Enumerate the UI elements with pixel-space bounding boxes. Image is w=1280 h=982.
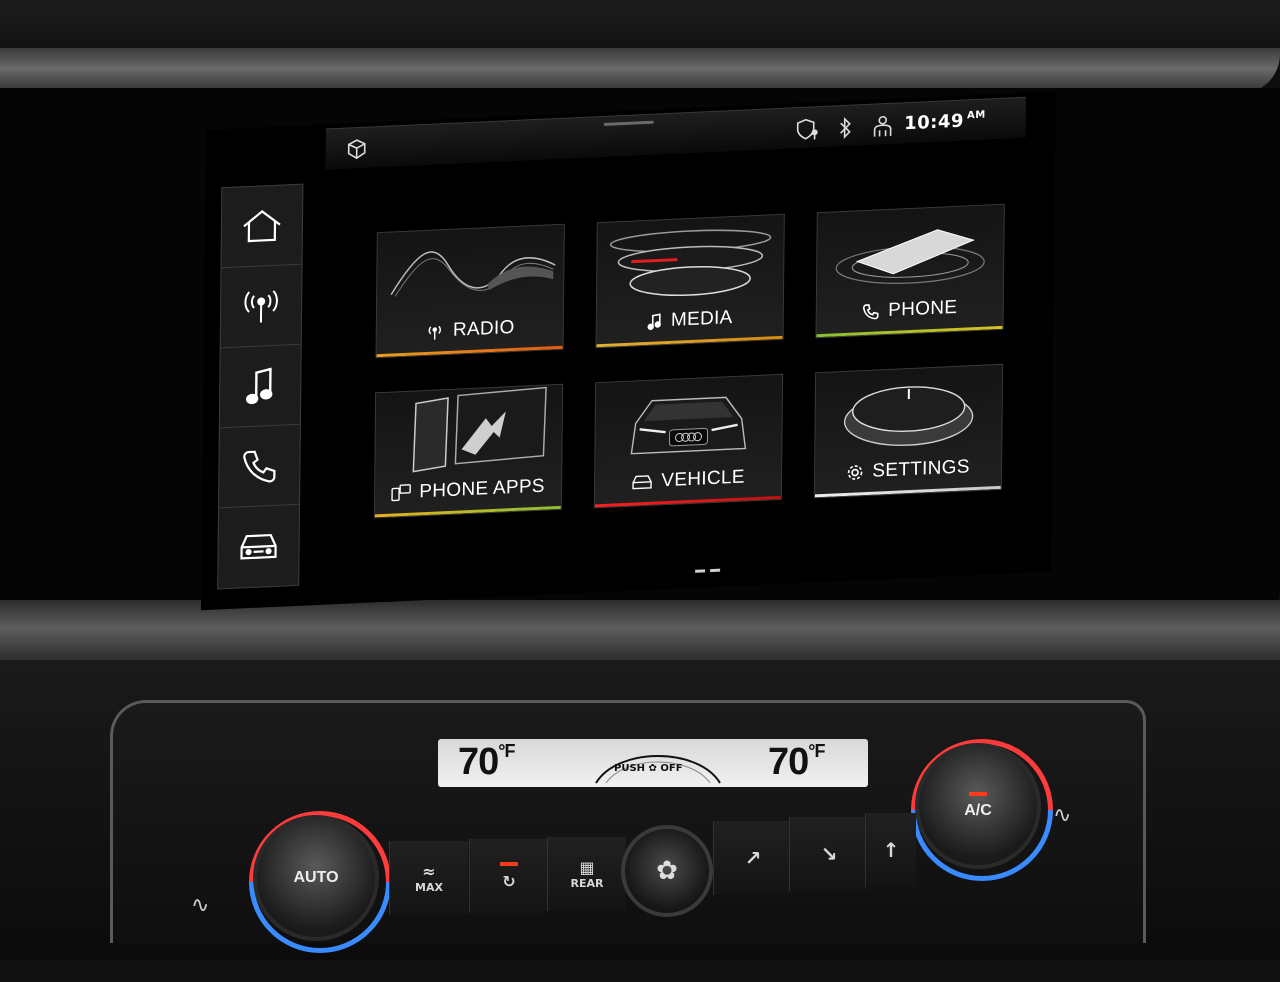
tile-phone[interactable]: PHONE <box>815 203 1005 339</box>
rear-defrost-button[interactable]: ▦ REAR <box>547 837 626 911</box>
antenna-icon <box>428 325 442 340</box>
side-nav-vehicle[interactable] <box>218 505 299 588</box>
tile-media-accent <box>596 335 783 348</box>
media-disc-art <box>609 229 772 297</box>
page-indicator[interactable] <box>695 556 725 576</box>
phone-apps-art <box>412 386 547 473</box>
right-temp-unit: °F <box>808 741 825 761</box>
tile-media[interactable]: MEDIA <box>595 213 785 349</box>
defrost-icon: ≈ <box>422 862 436 881</box>
recirculation-led <box>500 861 518 866</box>
tile-phone-label: PHONE <box>888 296 958 322</box>
infotainment-screen: 10:49 AM RADIO MEDIA PHONE PHONE APPS VE… <box>200 91 1056 611</box>
left-temp-unit: °F <box>498 741 515 761</box>
air-windshield-button[interactable]: ↑ <box>865 813 916 887</box>
fan-push-text: PUSH <box>614 763 646 774</box>
tile-settings-accent <box>814 485 1001 498</box>
tile-radio-accent <box>376 345 563 358</box>
recirculation-button[interactable]: ↻ <box>469 839 548 913</box>
tile-radio-label: RADIO <box>452 316 515 341</box>
clock-ampm: AM <box>966 109 986 122</box>
auto-label: AUTO <box>293 869 339 886</box>
phone-apps-icon <box>391 484 412 502</box>
ac-led <box>969 792 987 796</box>
phone-icon <box>243 450 276 482</box>
right-temp: 70°F <box>768 741 825 784</box>
side-nav-phone[interactable] <box>219 424 300 509</box>
side-nav-music[interactable] <box>219 344 301 429</box>
left-temp-value: 70 <box>458 741 499 783</box>
side-nav-home[interactable] <box>221 184 303 269</box>
tile-phone-apps[interactable]: PHONE APPS <box>373 383 564 519</box>
air-face-icon: ↗ <box>744 846 762 870</box>
rear-label: REAR <box>570 877 604 890</box>
recirculation-icon: ↻ <box>502 871 516 891</box>
privacy-shield-icon[interactable] <box>796 117 822 146</box>
antenna-icon <box>244 289 278 323</box>
user-profile-icon[interactable] <box>871 114 895 143</box>
home-icon <box>243 209 281 242</box>
phone-device-art <box>835 229 985 284</box>
tile-phone-accent <box>816 325 1003 338</box>
right-temp-knob[interactable]: A/C <box>915 743 1041 869</box>
side-nav-radio[interactable] <box>220 264 302 349</box>
side-nav <box>217 183 304 590</box>
settings-dial-art <box>843 386 974 446</box>
gear-icon <box>848 465 863 480</box>
tile-phone-apps-label: PHONE APPS <box>419 475 545 503</box>
air-feet-button[interactable]: ↘ <box>789 817 868 891</box>
radio-wave-art <box>390 251 556 297</box>
tile-settings-label: SETTINGS <box>872 456 970 482</box>
bluetooth-icon[interactable] <box>838 116 854 145</box>
fan-off-text: OFF <box>660 763 683 774</box>
max-defrost-button[interactable]: ≈ MAX <box>389 841 468 915</box>
clock-time: 10:49 <box>904 110 965 135</box>
clock: 10:49 AM <box>904 110 986 135</box>
car-icon <box>240 533 277 560</box>
right-temp-value: 70 <box>768 741 809 783</box>
music-note-icon <box>647 313 662 331</box>
fan-speed-knob[interactable]: ✿ <box>621 825 713 917</box>
vehicle-front-art <box>630 396 747 455</box>
air-face-button[interactable]: ↗ <box>713 821 792 895</box>
tile-settings[interactable]: SETTINGS <box>813 363 1004 499</box>
tile-vehicle-accent <box>594 495 781 508</box>
left-temp: 70°F <box>458 741 515 784</box>
tile-vehicle-label: VEHICLE <box>661 466 745 492</box>
left-seat-heat-icon[interactable]: ∿ <box>191 893 209 918</box>
tile-media-label: MEDIA <box>670 307 733 331</box>
ac-label: A/C <box>964 802 992 819</box>
air-feet-icon: ↘ <box>820 842 838 866</box>
air-windshield-icon: ↑ <box>882 838 900 862</box>
tile-radio[interactable]: RADIO <box>375 223 565 359</box>
cube-icon[interactable] <box>346 138 368 165</box>
drag-handle[interactable] <box>603 120 654 126</box>
fan-icon: ✿ <box>656 856 678 886</box>
car-icon <box>632 475 653 490</box>
fan-push-off-text: PUSH ✿ OFF <box>614 763 683 774</box>
tile-phone-apps-accent <box>374 505 561 518</box>
music-note-icon <box>245 367 273 404</box>
phone-icon <box>863 304 879 320</box>
temperature-display: 70°F PUSH ✿ OFF 70°F <box>438 739 868 787</box>
right-seat-heat-icon[interactable]: ∿ <box>1053 803 1071 828</box>
climate-panel: 70°F PUSH ✿ OFF 70°F AUTO A/C ≈ MAX ↻ ▦ … <box>110 700 1146 982</box>
tile-vehicle[interactable]: VEHICLE <box>593 373 784 509</box>
rear-defrost-icon: ▦ <box>579 858 595 877</box>
max-label: MAX <box>415 881 443 894</box>
left-temp-knob[interactable]: AUTO <box>253 815 379 941</box>
